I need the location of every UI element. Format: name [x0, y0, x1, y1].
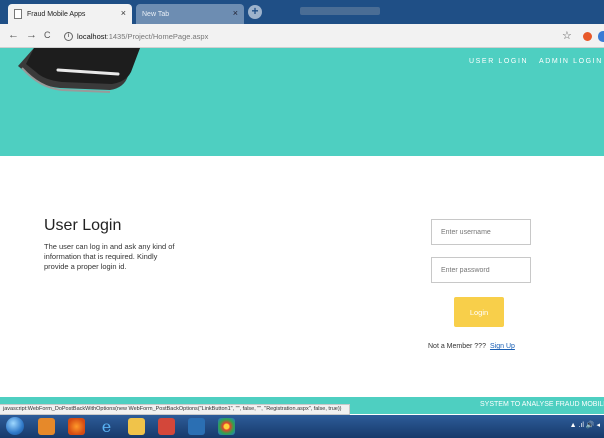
close-tab-icon[interactable]: × [233, 8, 238, 18]
login-button[interactable]: Login [454, 297, 504, 327]
page-title: User Login [44, 217, 122, 234]
member-prompt: Not a Member ??? Sign Up [428, 343, 515, 350]
footer-title: SYSTEM TO ANALYSE FRAUD MOBILE APPS [480, 401, 604, 408]
member-text: Not a Member ??? [428, 343, 486, 350]
tablet-image [18, 48, 140, 93]
extension-icon[interactable] [583, 32, 592, 41]
nav-admin-login[interactable]: ADMIN LOGIN [539, 58, 603, 65]
nav-user-login[interactable]: USER LOGIN [469, 58, 528, 65]
page-icon [14, 9, 22, 19]
blurred-region [300, 7, 380, 15]
close-tab-icon[interactable]: × [121, 8, 126, 18]
back-icon[interactable]: ← [8, 29, 19, 41]
url-field[interactable]: i localhost:1435/Project/HomePage.aspx [64, 28, 208, 44]
ie-icon[interactable]: e [98, 418, 115, 435]
login-description: The user can log in and ask any kind of … [44, 242, 175, 271]
browser-tab-strip: Fraud Mobile Apps × New Tab × + [0, 0, 604, 24]
new-tab-button[interactable]: + [248, 5, 262, 19]
folder-icon[interactable] [128, 418, 145, 435]
password-input[interactable] [431, 257, 531, 283]
info-icon[interactable]: i [64, 31, 73, 41]
media-player-icon[interactable] [38, 418, 55, 435]
tab-label: Fraud Mobile Apps [27, 10, 86, 18]
reload-icon[interactable]: C [44, 30, 51, 40]
forward-icon[interactable]: → [26, 29, 37, 41]
sign-up-link[interactable]: Sign Up [490, 343, 515, 350]
tab-fraud-mobile-apps[interactable]: Fraud Mobile Apps × [8, 4, 132, 24]
url-host: localhost [77, 31, 107, 41]
app-icon[interactable] [188, 418, 205, 435]
tab-label: New Tab [142, 10, 170, 18]
username-input[interactable] [431, 219, 531, 245]
system-tray[interactable]: ▲ .ıl 🔊 ◂ [570, 421, 600, 429]
address-bar: ← → C i localhost:1435/Project/HomePage.… [0, 24, 604, 48]
windows-taskbar: e ▲ .ıl 🔊 ◂ [0, 415, 604, 438]
tab-new-tab[interactable]: New Tab × [136, 4, 244, 24]
firefox-icon[interactable] [68, 418, 85, 435]
profile-icon[interactable] [598, 31, 604, 42]
bookmark-star-icon[interactable]: ☆ [562, 29, 572, 42]
office-icon[interactable] [158, 418, 175, 435]
chrome-icon[interactable] [218, 418, 235, 435]
url-path: :1435/Project/HomePage.aspx [106, 31, 209, 41]
browser-status-bar: javascript:WebForm_DoPostBackWithOptions… [0, 404, 350, 415]
start-button[interactable] [6, 417, 24, 435]
